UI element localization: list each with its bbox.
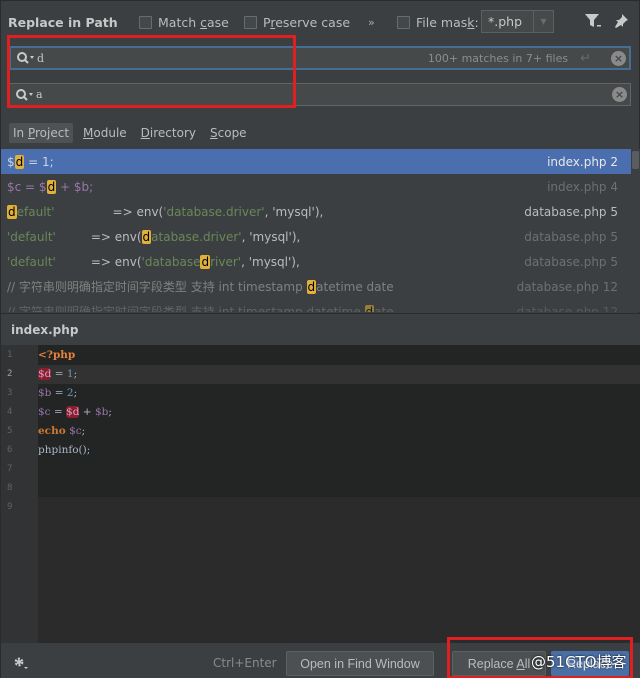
- line-number: 8: [7, 483, 13, 493]
- gear-icon[interactable]: [13, 656, 29, 673]
- replace-field[interactable]: a ×: [9, 83, 631, 106]
- result-code: default' => env('database.driver', 'mysql…: [7, 204, 324, 219]
- find-field[interactable]: d 100+ matches in 7+ files ↵ ×: [9, 46, 631, 70]
- header-bar: Replace in Path Match case Preserve case…: [1, 9, 640, 35]
- clear-replace-icon[interactable]: ×: [612, 87, 627, 102]
- result-row[interactable]: // 字符串则明确指定时间字段类型 支持 int timestamp datet…: [1, 274, 631, 299]
- line-number: 7: [7, 464, 13, 474]
- result-file: index.php 4: [547, 179, 618, 194]
- footer-bar: Ctrl+Enter Open in Find Window Replace A…: [1, 643, 640, 678]
- code-line: <?php: [38, 346, 640, 365]
- result-file: database.php 12: [516, 304, 618, 313]
- code-line: phpinfo();: [38, 444, 91, 456]
- checkbox-box[interactable]: [397, 15, 410, 29]
- result-row[interactable]: $c = $d + $b; index.php 4: [1, 174, 631, 199]
- match-case-checkbox[interactable]: Match case: [139, 15, 229, 30]
- result-file: database.php 5: [524, 229, 618, 244]
- result-code: // 字符串则明确指定时间字段类型 支持 int timestamp datet…: [7, 303, 394, 312]
- checkbox-box[interactable]: [244, 15, 257, 29]
- result-file: database.php 5: [524, 204, 618, 219]
- result-code: $d = 1;: [7, 154, 54, 169]
- results-list: $d = 1; index.php 2 $c = $d + $b; index.…: [1, 149, 631, 312]
- tab-in-project[interactable]: In Project: [9, 123, 74, 143]
- code-line: $d = 1;: [38, 365, 640, 384]
- result-row[interactable]: default' => env('database.driver', 'mysql…: [1, 199, 631, 224]
- tab-module[interactable]: Module: [79, 123, 131, 143]
- tab-directory[interactable]: Directory: [137, 123, 200, 143]
- php-open-tag: <?php: [38, 349, 76, 361]
- match-case-label: Match case: [158, 14, 229, 30]
- matches-count: 100+ matches in 7+ files: [427, 51, 569, 65]
- file-mask-checkbox[interactable]: File mask:: [397, 15, 479, 30]
- preserve-case-label: Preserve case: [263, 14, 351, 30]
- line-number: 1: [7, 350, 13, 360]
- result-row[interactable]: // 字符串则明确指定时间字段类型 支持 int timestamp datet…: [1, 299, 631, 312]
- line-number: 9: [7, 502, 13, 512]
- result-code: 'default' => env(database.driver', 'mysql…: [7, 229, 301, 244]
- line-number: 4: [7, 407, 13, 417]
- results-scrollbar[interactable]: [631, 149, 640, 312]
- tab-scope[interactable]: Scope: [206, 123, 251, 143]
- preview-header: index.php: [1, 313, 640, 345]
- line-number: 5: [7, 426, 13, 436]
- search-history-icon[interactable]: [10, 88, 36, 102]
- file-mask-value[interactable]: *.php: [482, 14, 533, 29]
- file-mask-label: File mask:: [416, 14, 479, 30]
- result-code: 'default' => env('databasedriver', 'mysql…: [7, 254, 300, 269]
- code-line: echo $c;: [38, 425, 86, 437]
- result-row[interactable]: 'default' => env(database.driver', 'mysql…: [1, 224, 631, 249]
- line-number: 6: [7, 445, 13, 455]
- result-code: // 字符串则明确指定时间字段类型 支持 int timestamp datet…: [7, 280, 394, 294]
- scrollbar-thumb[interactable]: [632, 151, 639, 169]
- find-input[interactable]: d: [37, 52, 428, 65]
- scope-tabs: In Project Module Directory Scope: [9, 123, 251, 143]
- result-file: index.php 2: [547, 154, 618, 169]
- result-code: $c = $d + $b;: [7, 179, 94, 194]
- replace-all-button[interactable]: Replace All: [452, 651, 546, 676]
- code-preview[interactable]: 1 2 3 4 5 6 7 8 9 <?php $d = 1; $b = 2; …: [1, 345, 640, 643]
- more-options-button[interactable]: »: [368, 16, 375, 29]
- file-mask-dropdown[interactable]: *.php ▼: [481, 10, 554, 33]
- chevron-down-icon[interactable]: ▼: [533, 11, 553, 32]
- replace-input[interactable]: a: [36, 88, 612, 101]
- result-row[interactable]: 'default' => env('databasedriver', 'mysql…: [1, 249, 631, 274]
- clear-find-icon[interactable]: ×: [611, 50, 626, 66]
- replace-in-path-dialog: Replace in Path Match case Preserve case…: [0, 0, 640, 678]
- search-history-icon[interactable]: [11, 51, 37, 65]
- shortcut-hint: Ctrl+Enter: [213, 656, 277, 670]
- dialog-title: Replace in Path: [8, 14, 118, 30]
- preview-filename: index.php: [11, 322, 79, 337]
- open-in-find-window-button[interactable]: Open in Find Window: [286, 651, 434, 676]
- checkbox-box[interactable]: [139, 15, 152, 29]
- result-row[interactable]: $d = 1; index.php 2: [1, 149, 631, 174]
- enter-icon: ↵: [580, 50, 591, 66]
- code-line: $c = $d + $b;: [38, 406, 112, 418]
- result-file: database.php 5: [524, 254, 618, 269]
- pin-icon[interactable]: [613, 13, 629, 32]
- filter-icon[interactable]: [584, 13, 602, 32]
- line-number: 3: [7, 388, 13, 398]
- result-file: database.php 12: [516, 279, 618, 294]
- code-line: $b = 2;: [38, 387, 78, 399]
- preserve-case-checkbox[interactable]: Preserve case: [244, 15, 350, 30]
- replace-button[interactable]: Replace: [551, 651, 629, 676]
- line-number: 2: [7, 369, 13, 379]
